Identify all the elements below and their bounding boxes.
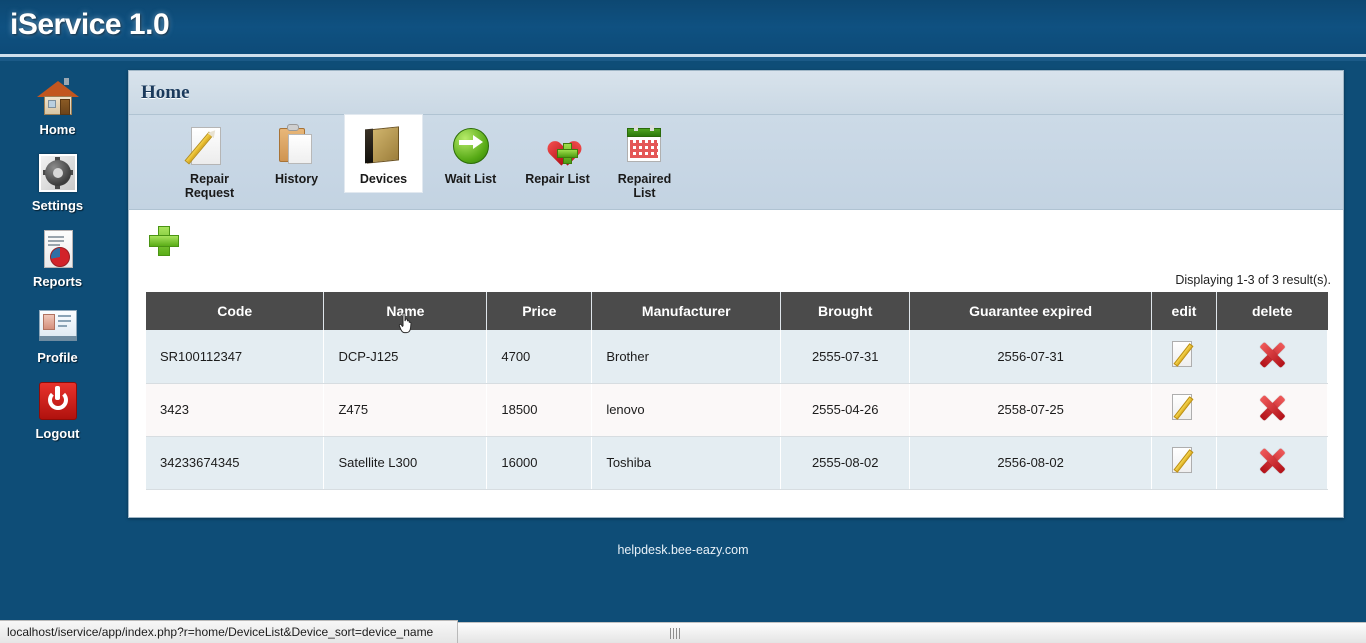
paper-pencil-icon [183,123,233,169]
cell-brought: 2555-04-26 [780,383,911,437]
cell-code: SR100112347 [146,330,325,384]
column-header-edit: edit [1151,292,1217,330]
tab-label: Repair List [525,172,590,186]
tab-bar: Repair Request History Devices Wait List [129,115,1343,210]
id-card-icon [36,303,80,347]
column-header-price[interactable]: Price [486,292,593,330]
sidebar-item-home[interactable]: Home [0,75,115,137]
column-header-brought[interactable]: Brought [780,292,911,330]
gear-icon [36,151,80,195]
cell-brought: 2555-08-02 [780,436,911,490]
status-bar-url: localhost/iservice/app/index.php?r=home/… [0,620,458,643]
main-panel: Home Repair Request History Devices Wait… [128,70,1344,518]
tab-repair-request[interactable]: Repair Request [171,115,248,206]
tab-label: Repair Request [184,172,235,200]
cell-price: 18500 [486,383,593,437]
cell-guarantee-expired: 2556-08-02 [909,436,1152,490]
cell-delete [1216,383,1329,437]
cell-code: 34233674345 [146,436,325,490]
sidebar-item-label: Settings [31,198,84,213]
column-header-code[interactable]: Code [146,292,325,330]
house-icon [36,75,80,119]
panel-header: Home [129,71,1343,115]
table-row[interactable]: 3423 Z475 18500 lenovo 2555-04-26 2558-0… [146,383,1329,437]
cell-manufacturer: Brother [591,330,782,384]
tab-history[interactable]: History [258,115,335,192]
cell-delete [1216,330,1329,384]
horizontal-scrollbar[interactable] [458,622,1366,643]
column-header-guarantee-expired[interactable]: Guarantee expired [909,292,1152,330]
sidebar-item-label: Reports [32,274,83,289]
tab-devices[interactable]: Devices [345,115,422,192]
device-list-area: Displaying 1-3 of 3 result(s). Code Name… [129,210,1343,517]
cell-brought: 2555-07-31 [780,330,911,384]
tab-repaired-list[interactable]: Repaired List [606,115,683,206]
cell-guarantee-expired: 2558-07-25 [909,383,1152,437]
cell-guarantee-expired: 2556-07-31 [909,330,1152,384]
cell-price: 4700 [486,330,593,384]
tab-label: Repaired List [617,172,672,200]
column-header-delete: delete [1216,292,1328,330]
cell-delete [1216,436,1329,490]
heart-plus-icon [535,123,581,169]
cell-name: Satellite L300 [323,436,488,490]
result-summary: Displaying 1-3 of 3 result(s). [1175,273,1331,287]
sidebar-item-label: Profile [37,350,78,365]
delete-x-icon[interactable] [1258,394,1286,422]
table-row[interactable]: 34233674345 Satellite L300 16000 Toshiba… [146,436,1329,490]
sidebar-item-profile[interactable]: Profile [0,303,115,365]
green-arrow-icon [448,123,494,169]
delete-x-icon[interactable] [1258,341,1286,369]
cell-edit [1151,436,1217,490]
cell-manufacturer: Toshiba [591,436,782,490]
table-row[interactable]: SR100112347 DCP-J125 4700 Brother 2555-0… [146,330,1329,384]
app-header: iService 1.0 [0,0,1366,54]
page-title: Home [141,82,190,103]
edit-pencil-icon[interactable] [1171,447,1196,475]
calendar-icon [622,123,668,169]
tab-wait-list[interactable]: Wait List [432,115,509,192]
scrollbar-grip-icon [670,628,680,639]
tab-label: Wait List [444,172,497,186]
footer-text: helpdesk.bee-eazy.com [617,543,749,557]
tab-label: History [274,172,319,186]
edit-pencil-icon[interactable] [1171,394,1196,422]
tab-label: Devices [359,172,408,186]
cell-code: 3423 [146,383,325,437]
table-header-row: Code Name Price Manufacturer Brought Gua… [146,292,1328,330]
cell-name: DCP-J125 [323,330,488,384]
cell-edit [1151,330,1217,384]
cell-edit [1151,383,1217,437]
sidebar-item-logout[interactable]: Logout [0,379,115,441]
header-separator-lower [0,57,1366,61]
sidebar-item-label: Home [39,122,76,137]
sidebar-item-label: Logout [35,426,80,441]
edit-pencil-icon[interactable] [1171,340,1196,369]
cell-manufacturer: lenovo [591,383,782,437]
delete-x-icon[interactable] [1258,447,1286,475]
sidebar-item-settings[interactable]: Settings [0,151,115,213]
clipboard-icon [274,123,320,169]
report-chart-icon [36,227,80,271]
add-icon[interactable] [149,226,179,256]
devices-table: Code Name Price Manufacturer Brought Gua… [146,292,1329,490]
book-icon [361,123,407,169]
column-header-name[interactable]: Name [323,292,488,330]
app-title: iService 1.0 [10,8,170,41]
tab-repair-list[interactable]: Repair List [519,115,596,192]
sidebar-item-reports[interactable]: Reports [0,227,115,289]
cell-name: Z475 [323,383,488,437]
column-header-manufacturer[interactable]: Manufacturer [591,292,782,330]
cell-price: 16000 [486,436,593,490]
power-icon [36,379,80,423]
